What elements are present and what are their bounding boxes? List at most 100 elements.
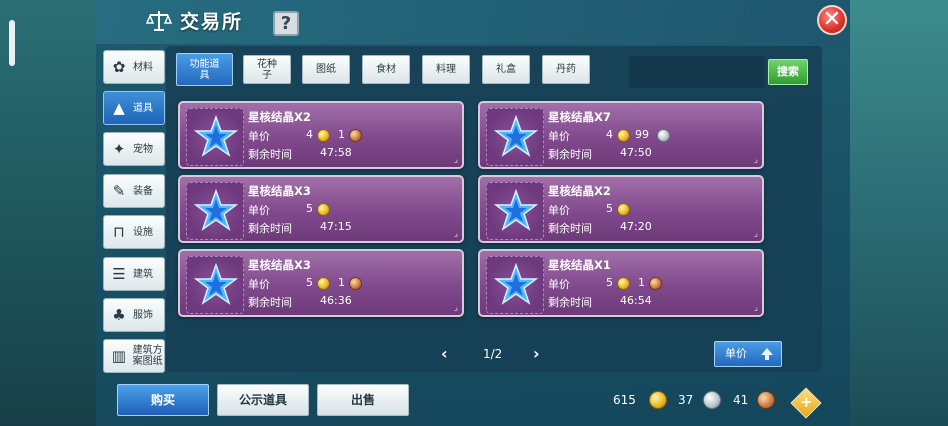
price-label: 单价 <box>248 204 270 217</box>
tab-elixirs[interactable]: 丹药 <box>542 55 590 84</box>
tab-label: 丹药 <box>556 64 576 75</box>
item-icon-frame <box>486 108 544 166</box>
listing-name: 星核结晶X2 <box>248 110 311 124</box>
silver-price: 99 <box>635 128 649 141</box>
price-label: 单价 <box>548 278 570 291</box>
corner-mark-icon: ⌟ <box>753 303 758 313</box>
copper-price: 1 <box>338 128 345 141</box>
gold-price: 5 <box>606 202 613 215</box>
search-input[interactable] <box>629 56 765 88</box>
category-blueprints[interactable]: ▥ 建筑方案图纸 <box>103 339 165 373</box>
gold-price: 5 <box>306 202 313 215</box>
price-label: 单价 <box>248 130 270 143</box>
corner-mark-icon: ⌟ <box>753 229 758 239</box>
time-left-value: 47:50 <box>620 146 652 159</box>
tab-dishes[interactable]: 料理 <box>422 55 470 84</box>
gold-amount: 615 <box>613 393 636 407</box>
star-crystal-icon <box>493 114 539 157</box>
help-button[interactable]: ? <box>273 11 299 36</box>
copper-coin-icon <box>349 129 362 142</box>
facility-icon: ⊓ <box>113 223 125 241</box>
copper-amount: 41 <box>733 393 749 407</box>
copper-price: 1 <box>338 276 345 289</box>
star-crystal-icon <box>193 114 239 157</box>
materials-icon: ✿ <box>112 58 126 76</box>
category-label: 设施 <box>133 226 153 238</box>
listing-card[interactable]: 星核结晶X7 单价 剩余时间 4 99 47:50 ⌟ <box>478 101 764 169</box>
category-materials[interactable]: ✿ 材料 <box>103 50 165 84</box>
sort-by-price-button[interactable]: 单价 <box>714 341 782 367</box>
page-title: 交易所 <box>180 11 244 33</box>
paw-icon: ✦ <box>112 140 126 158</box>
listing-card[interactable]: 星核结晶X2 单价 剩余时间 5 47:20 ⌟ <box>478 175 764 243</box>
tab-label: 花种子 <box>257 58 277 81</box>
category-buildings[interactable]: ☰ 建筑 <box>103 257 165 291</box>
time-left-label: 剩余时间 <box>548 222 592 235</box>
category-equipment[interactable]: ✎ 装备 <box>103 174 165 208</box>
tab-label: 料理 <box>436 64 456 75</box>
search-button[interactable]: 搜索 <box>768 59 808 85</box>
time-left-value: 46:36 <box>320 294 352 307</box>
category-pets[interactable]: ✦ 宠物 <box>103 132 165 166</box>
tab-functional-items[interactable]: 功能道具 <box>176 53 233 86</box>
listing-name: 星核结晶X1 <box>548 258 611 272</box>
gold-price: 4 <box>606 128 613 141</box>
time-left-value: 46:54 <box>620 294 652 307</box>
corner-mark-icon: ⌟ <box>453 155 458 165</box>
listing-card[interactable]: 星核结晶X3 单价 剩余时间 5 47:15 ⌟ <box>178 175 464 243</box>
scale-icon <box>146 11 172 31</box>
gold-price: 5 <box>606 276 613 289</box>
star-crystal-icon <box>493 262 539 305</box>
gold-coin-icon <box>317 277 330 290</box>
tab-label: 食材 <box>376 64 396 75</box>
sort-up-icon <box>761 348 773 360</box>
item-icon: ▲ <box>113 99 125 117</box>
tab-ingredients[interactable]: 食材 <box>362 55 410 84</box>
next-page-button[interactable]: › <box>533 344 540 363</box>
tab-gift-boxes[interactable]: 礼盒 <box>482 55 530 84</box>
copper-price: 1 <box>638 276 645 289</box>
listing-card[interactable]: 星核结晶X2 单价 剩余时间 4 1 47:58 ⌟ <box>178 101 464 169</box>
side-handle[interactable] <box>9 20 15 66</box>
category-label: 建筑 <box>133 268 153 280</box>
tab-flower-seeds[interactable]: 花种子 <box>243 55 291 84</box>
blueprint-icon: ▥ <box>111 347 126 365</box>
item-icon-frame <box>186 182 244 240</box>
category-facilities[interactable]: ⊓ 设施 <box>103 215 165 249</box>
equipment-icon: ✎ <box>112 182 126 200</box>
corner-mark-icon: ⌟ <box>453 229 458 239</box>
silver-coin-icon <box>703 391 721 409</box>
copper-coin-icon <box>349 277 362 290</box>
buy-button[interactable]: 购买 <box>117 384 209 416</box>
item-icon-frame <box>186 108 244 166</box>
close-button[interactable]: ✕ <box>817 5 847 35</box>
listing-card[interactable]: 星核结晶X3 单价 剩余时间 5 1 46:36 ⌟ <box>178 249 464 317</box>
gold-coin-icon <box>617 129 630 142</box>
silver-amount: 37 <box>678 393 694 407</box>
tab-blueprints[interactable]: 图纸 <box>302 55 350 84</box>
copper-coin-icon <box>649 277 662 290</box>
price-label: 单价 <box>248 278 270 291</box>
sort-label: 单价 <box>725 347 747 360</box>
time-left-label: 剩余时间 <box>248 222 292 235</box>
gold-coin-icon <box>617 203 630 216</box>
price-label: 单价 <box>548 204 570 217</box>
listing-card[interactable]: 星核结晶X1 单价 剩余时间 5 1 46:54 ⌟ <box>478 249 764 317</box>
gold-coin-icon <box>317 203 330 216</box>
public-items-button[interactable]: 公示道具 <box>217 384 309 416</box>
silver-coin-icon <box>657 129 670 142</box>
tab-label: 功能道具 <box>189 58 220 81</box>
item-icon-frame <box>186 256 244 314</box>
prev-page-button[interactable]: ‹ <box>441 344 448 363</box>
building-icon: ☰ <box>112 265 126 283</box>
listing-name: 星核结晶X3 <box>248 258 311 272</box>
tab-label: 礼盒 <box>496 64 516 75</box>
gold-coin-icon <box>649 391 667 409</box>
category-items[interactable]: ▲ 道具 <box>103 91 165 125</box>
listing-name: 星核结晶X2 <box>548 184 611 198</box>
listing-name: 星核结晶X3 <box>248 184 311 198</box>
item-icon-frame <box>486 256 544 314</box>
clothing-icon: ♣ <box>112 306 126 324</box>
sell-button[interactable]: 出售 <box>317 384 409 416</box>
category-clothing[interactable]: ♣ 服饰 <box>103 298 165 332</box>
